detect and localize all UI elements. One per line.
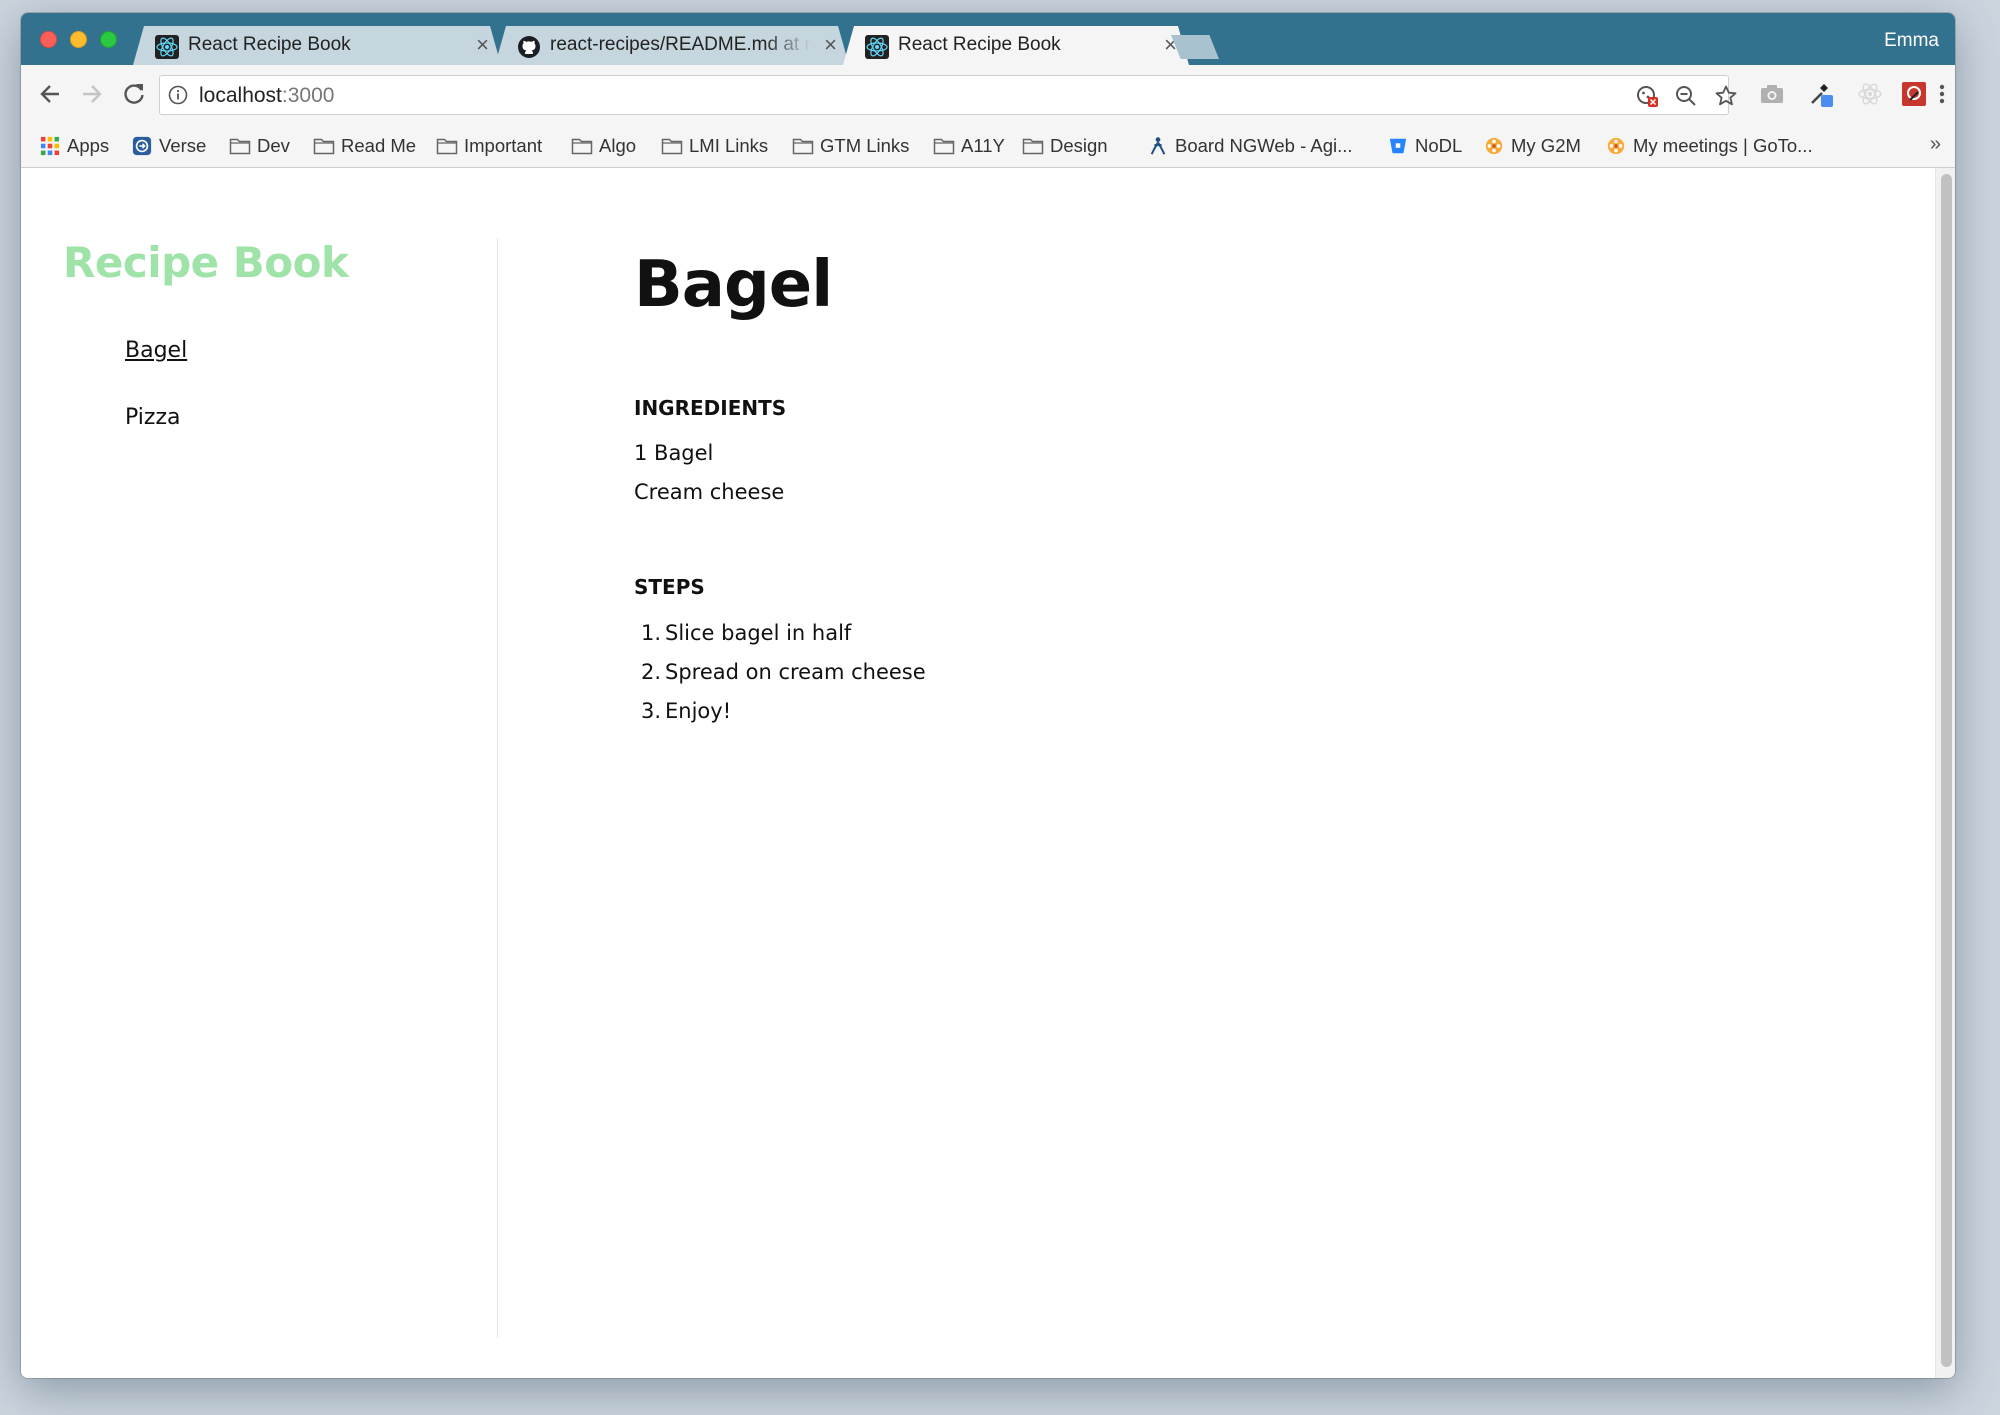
folder-icon [661,138,683,155]
bookmark-label: Apps [67,135,110,156]
address-bar[interactable]: localhost:3000 [159,75,1737,115]
react-icon [865,35,889,59]
recipe-sidebar: Recipe Book Bagel Pizza [21,238,498,1338]
ingredients-heading: INGREDIENTS [634,396,787,420]
bookmarks-overflow-chevron-icon[interactable]: » [1930,133,1941,156]
back-arrow-icon[interactable] [35,79,65,109]
folder-icon [229,138,251,155]
step-text: Slice bagel in half [665,621,852,645]
bookmark-label: GTM Links [820,135,910,156]
bookmark-verse[interactable]: Verse [131,133,206,159]
url-text: localhost:3000 [199,84,334,108]
bookmark-folder-design[interactable]: Design [1022,133,1108,159]
step-item: 3. Enjoy! [640,699,732,723]
tab-title: React Recipe Book [188,34,351,55]
blocked-cookies-icon[interactable] [1635,84,1659,108]
tab-close-icon[interactable]: × [476,33,489,57]
tab-title: React Recipe Book [898,34,1061,55]
bookmark-nodl[interactable]: NoDL [1387,133,1462,159]
nav-link-bagel[interactable]: Bagel [125,338,187,363]
bookmarks-bar: Apps Verse Dev Read Me Important Algo LM… [21,123,1955,168]
react-icon [155,35,179,59]
ingredient-item: 1 Bagel [634,441,714,465]
minimize-window-button[interactable] [70,31,87,48]
bookmark-folder-algo[interactable]: Algo [571,133,636,159]
bookmark-my-meetings[interactable]: My meetings | GoTo... [1605,133,1813,159]
step-item: 1. Slice bagel in half [640,621,852,645]
bookmark-label: Verse [159,135,207,156]
bookmark-label: Dev [257,135,290,156]
folder-icon [571,138,593,155]
tab-close-icon[interactable]: × [824,33,837,57]
tab-react-recipe-book-active[interactable]: React Recipe Book × [843,26,1189,65]
star-bookmark-icon[interactable] [1714,84,1738,108]
bookmark-board-ngweb[interactable]: Board NGWeb - Agi... [1147,133,1353,159]
folder-icon [436,138,458,155]
bookmark-my-g2m[interactable]: My G2M [1483,133,1581,159]
bookmark-label: My meetings | GoTo... [1633,135,1813,156]
tab-strip: React Recipe Book × react-recipes/README… [21,13,1955,65]
step-text: Enjoy! [665,699,732,723]
ingredient-item: Cream cheese [634,480,785,504]
bookmark-label: Board NGWeb - Agi... [1175,135,1353,156]
bookmark-label: Design [1050,135,1108,156]
apps-grid-icon [40,136,60,156]
bookmark-folder-a11y[interactable]: A11Y [933,133,1005,159]
browser-toolbar: localhost:3000 [21,65,1955,123]
tab-react-recipe-book[interactable]: React Recipe Book × [133,26,501,65]
bookmark-folder-lmi-links[interactable]: LMI Links [661,133,768,159]
red-extension-icon[interactable] [1901,81,1927,107]
gotomeeting-icon [1485,137,1503,155]
forward-arrow-icon[interactable] [77,79,107,109]
bitbucket-icon [1389,138,1407,154]
maximize-window-button[interactable] [100,31,117,48]
bookmark-folder-gtm-links[interactable]: GTM Links [792,133,909,159]
page-viewport: Recipe Book Bagel Pizza Bagel INGREDIENT… [21,168,1935,1378]
folder-icon [1022,138,1044,155]
bookmark-label: NoDL [1415,135,1463,156]
step-text: Spread on cream cheese [665,660,926,684]
bookmark-label: Algo [599,135,637,156]
folder-icon [313,138,335,155]
zoom-out-icon[interactable] [1674,84,1698,108]
bookmark-label: A11Y [961,135,1005,156]
scrollbar-thumb[interactable] [1941,174,1952,1367]
bookmark-apps[interactable]: Apps [39,133,109,159]
color-picker-extension-icon[interactable] [1808,81,1834,107]
camera-extension-icon[interactable] [1759,81,1785,107]
browser-window: React Recipe Book × react-recipes/README… [21,13,1955,1378]
bookmark-folder-dev[interactable]: Dev [229,133,290,159]
bookmark-label: LMI Links [689,135,769,156]
react-devtools-icon[interactable] [1857,81,1883,107]
step-item: 2. Spread on cream cheese [640,660,926,684]
info-icon[interactable] [168,85,188,105]
recipe-title: Bagel [634,248,833,322]
nav-link-pizza[interactable]: Pizza [125,405,180,430]
profile-name[interactable]: Emma [1884,30,1939,52]
close-window-button[interactable] [40,31,57,48]
verse-icon [132,136,152,156]
bookmark-label: My G2M [1511,135,1581,156]
url-port: :3000 [281,84,335,107]
tab-title: react-recipes/README.md at m [550,34,811,55]
kebab-menu-icon[interactable] [1935,81,1949,107]
reload-icon[interactable] [119,79,149,109]
page-scrollbar[interactable] [1935,168,1955,1378]
app-brand-title[interactable]: Recipe Book [63,238,349,287]
folder-icon [792,138,814,155]
jira-icon [1150,137,1166,155]
bookmark-folder-read-me[interactable]: Read Me [313,133,416,159]
github-icon [518,36,540,58]
steps-heading: STEPS [634,575,705,599]
bookmark-label: Read Me [341,135,417,156]
gotomeeting-icon [1607,137,1625,155]
tab-github-readme[interactable]: react-recipes/README.md at m × [495,26,849,65]
url-host: localhost [199,84,282,107]
bookmark-label: Important [464,135,543,156]
folder-icon [933,138,955,155]
bookmark-folder-important[interactable]: Important [436,133,542,159]
